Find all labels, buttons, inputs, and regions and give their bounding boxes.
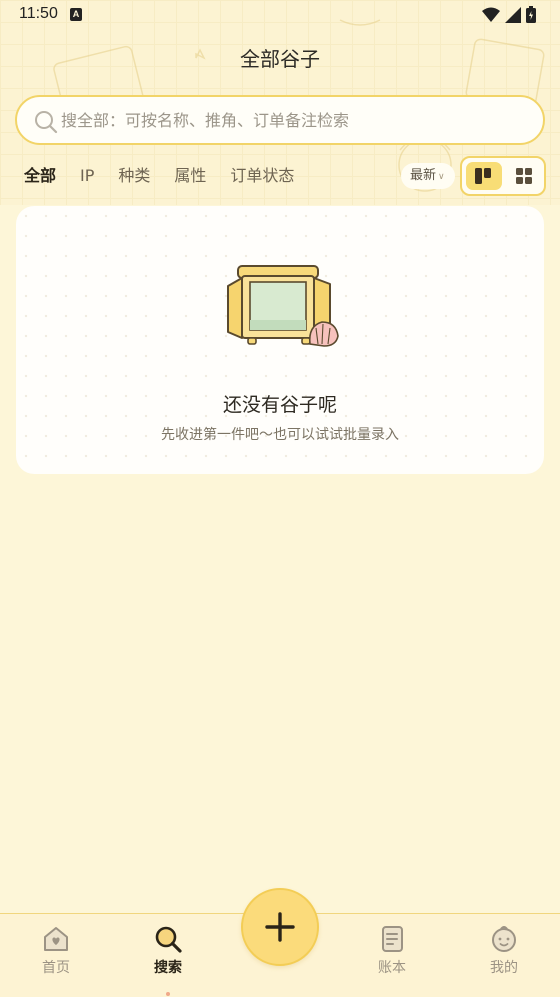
view-mode-toggle (460, 156, 546, 196)
ledger-icon (382, 926, 403, 952)
home-icon (44, 927, 68, 951)
battery-icon (526, 6, 536, 23)
nav-label-search: 搜索 (154, 960, 182, 976)
tab-ip[interactable]: IP (80, 163, 94, 191)
grid-view-button[interactable] (506, 162, 542, 190)
add-item-button[interactable] (241, 888, 319, 966)
board-view-button[interactable] (466, 162, 502, 190)
sort-dropdown[interactable]: 最新 ∨ (401, 163, 455, 189)
board-icon (475, 168, 491, 184)
tab-order-status[interactable]: 订单状态 (230, 163, 294, 191)
grid-icon (516, 168, 532, 184)
page-title: 全部谷子 (240, 47, 320, 71)
profile-icon (492, 926, 516, 952)
nav-label-ledger: 账本 (378, 960, 406, 976)
nav-item-ledger[interactable]: 账本 (352, 924, 432, 977)
tab-attribute[interactable]: 属性 (174, 163, 206, 191)
filter-tabs: 全部 IP 种类 属性 订单状态 (24, 163, 318, 191)
nav-label-home: 首页 (42, 960, 70, 976)
empty-state-card: 还没有谷子呢 先收进第一件吧～也可以试试批量录入 (16, 206, 544, 474)
chevron-down-icon: ∨ (438, 172, 445, 182)
signal-icon (505, 6, 521, 23)
empty-state-title: 还没有谷子呢 (222, 394, 337, 416)
search-input[interactable] (61, 97, 531, 143)
nav-item-search[interactable]: 搜索 (128, 924, 208, 996)
tab-all[interactable]: 全部 (24, 163, 56, 191)
active-indicator-dot (166, 992, 170, 996)
cabinet-icon (227, 265, 339, 347)
tab-category[interactable]: 种类 (118, 163, 150, 191)
nav-item-profile[interactable]: 我的 (464, 924, 544, 977)
search-icon (35, 111, 58, 134)
sort-label: 最新 (410, 168, 437, 183)
status-icons (482, 6, 536, 23)
status-time: 11:50 (19, 5, 58, 22)
empty-state-subtitle: 先收进第一件吧～也可以试试批量录入 (161, 427, 399, 443)
status-bar: 11:50 A (0, 0, 560, 30)
wifi-icon (482, 7, 500, 22)
search-bar[interactable] (15, 95, 545, 145)
nav-label-profile: 我的 (490, 960, 518, 976)
notification-a-icon: A (70, 8, 82, 21)
plus-icon (265, 912, 295, 942)
nav-item-home[interactable]: 首页 (16, 924, 96, 977)
search-icon (155, 926, 182, 953)
